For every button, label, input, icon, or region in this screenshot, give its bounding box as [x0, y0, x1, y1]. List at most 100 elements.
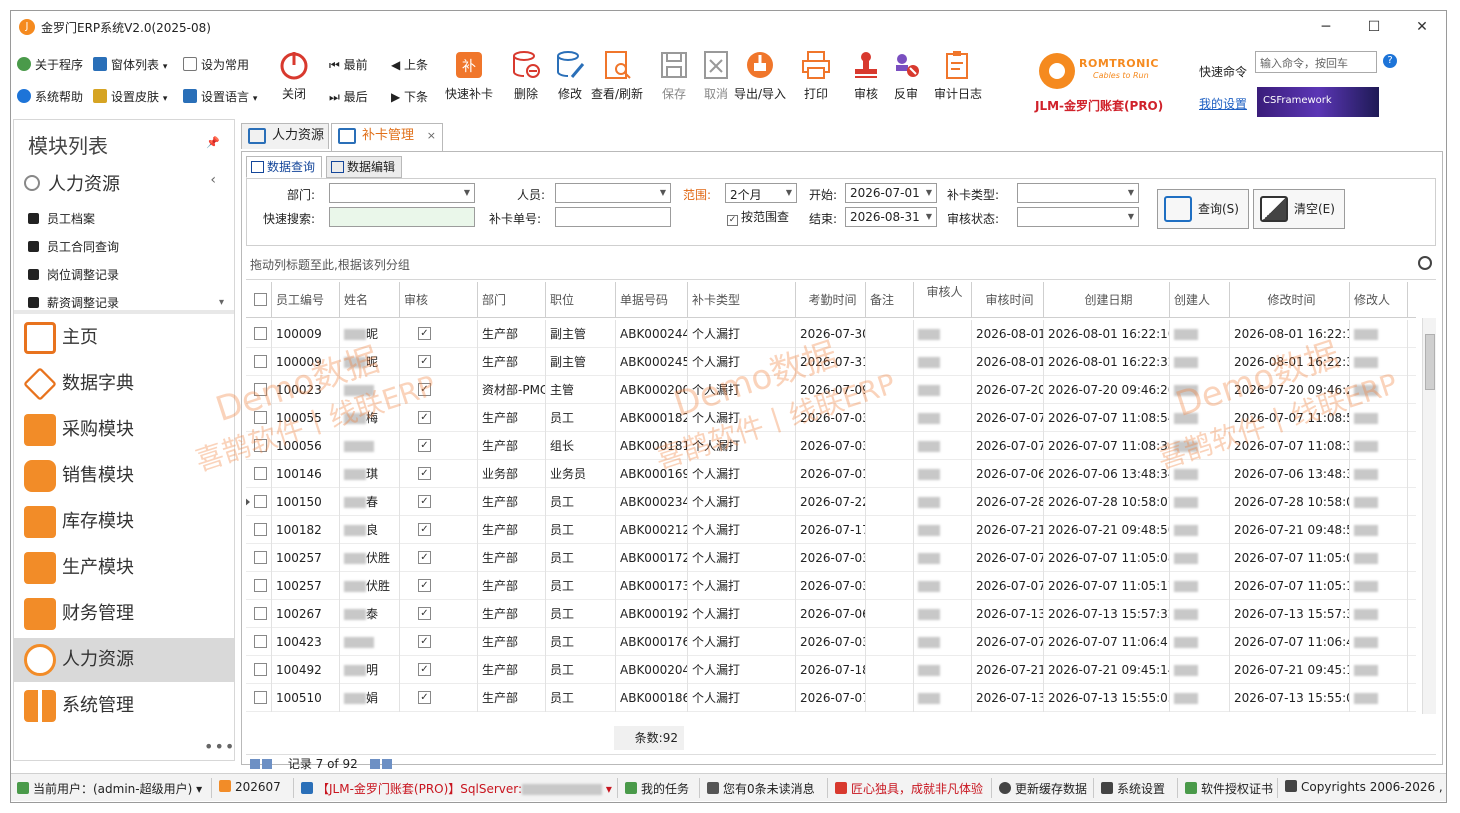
search-icon[interactable] [1418, 256, 1432, 270]
column-header[interactable]: 备注 [866, 282, 914, 318]
table-row[interactable]: 100023 ✓ 资材部-PMC 主管 ABK000200 个人漏打 2026-07-09 … [246, 376, 1416, 404]
maximize-button[interactable]: ☐ [1351, 15, 1397, 39]
delete-button[interactable]: 删除 [501, 49, 551, 102]
module-hr[interactable]: 人力资源 [14, 638, 234, 682]
system-settings[interactable]: 系统设置 [1101, 780, 1165, 797]
table-row[interactable]: 100055梅 ✓ 生产部员工ABK000182个人漏打2026-07-03 12:… [246, 404, 1416, 432]
end-date-input[interactable]: 2026-08-31 ▼ [845, 207, 937, 227]
first-record-button[interactable]: ⏮ 最前 [329, 55, 368, 75]
row-checkbox[interactable] [254, 635, 267, 648]
query-button[interactable]: 查询(S) [1157, 189, 1249, 229]
module-finance[interactable]: 财务管理 [14, 592, 234, 636]
card-no-input[interactable] [555, 207, 671, 227]
quick-card-button[interactable]: 补 快速补卡 [441, 49, 497, 102]
refresh-cache[interactable]: 更新缓存数据 [999, 780, 1087, 797]
unreview-button[interactable]: 反审 [881, 49, 931, 102]
sidebar-item-contract-query[interactable]: 员工合同查询 [28, 236, 228, 258]
by-range-checkbox[interactable]: ✓ 按范围查 [727, 208, 789, 226]
module-purchase[interactable]: 采购模块 [14, 408, 234, 452]
column-header[interactable]: 审核时间 [972, 282, 1044, 318]
tab-card-management[interactable]: 补卡管理 × [331, 123, 443, 151]
column-header[interactable]: 考勤时间 [796, 282, 866, 318]
table-row[interactable]: 100009昵 ✓ 生产部副主管ABK000245个人漏打2026-07-31 22… [246, 348, 1416, 376]
set-common-button[interactable]: 设为常用 [183, 55, 249, 75]
my-settings-link[interactable]: 我的设置 [1199, 95, 1247, 112]
table-row[interactable]: 100492明 ✓ 生产部员工ABK000204个人漏打2026-07-18 18:… [246, 656, 1416, 684]
system-help-button[interactable]: 系统帮助 [17, 87, 83, 107]
window-list-button[interactable]: 窗体列表 ▾ [93, 55, 167, 75]
row-checkbox[interactable] [254, 495, 267, 508]
module-sales[interactable]: 销售模块 [14, 454, 234, 498]
clear-button[interactable]: 清空(E) [1253, 189, 1345, 229]
row-checkbox[interactable] [254, 327, 267, 340]
table-row[interactable]: 100510娟 ✓ 生产部员工ABK000186个人漏打2026-07-07 13:… [246, 684, 1416, 712]
start-date-input[interactable]: 2026-07-01 ▼ [845, 183, 937, 203]
row-checkbox[interactable] [254, 355, 267, 368]
row-checkbox[interactable] [254, 439, 267, 452]
set-language-button[interactable]: 设置语言 ▾ [183, 87, 257, 107]
next-record-button[interactable]: ▶ 下条 [391, 87, 428, 107]
pager-last-icon[interactable] [381, 757, 394, 771]
export-import-button[interactable]: 导出/导入 [729, 49, 791, 102]
column-header[interactable]: 单据号码 [616, 282, 688, 318]
card-type-select[interactable]: ▼ [1017, 183, 1139, 203]
row-checkbox[interactable] [254, 663, 267, 676]
tab-data-query[interactable]: 数据查询 [246, 156, 323, 178]
staff-select[interactable]: ▼ [555, 183, 671, 203]
table-row[interactable]: 100182良 ✓ 生产部员工ABK000212个人漏打2026-07-17 08:… [246, 516, 1416, 544]
last-record-button[interactable]: ⏭ 最后 [329, 87, 368, 107]
range-select[interactable]: 2个月 ▼ [725, 183, 797, 203]
row-checkbox[interactable] [254, 579, 267, 592]
dept-select[interactable]: ▼ [329, 183, 475, 203]
database-info[interactable]: 【JLM-金罗门账套(PRO)】SqlServer: ▾ [301, 780, 612, 797]
audit-log-button[interactable]: 审计日志 [927, 49, 989, 102]
column-header[interactable]: 姓名 [340, 282, 400, 318]
tab-hr[interactable]: 人力资源 [241, 123, 329, 149]
column-header[interactable]: 修改时间 [1230, 282, 1350, 318]
group-by-bar[interactable]: 拖动列标题至此,根据该列分组 [246, 250, 1436, 280]
sidebar-item-employee-files[interactable]: 员工档案 [28, 208, 228, 230]
table-row[interactable]: 100150春 ✓ 生产部员工ABK000234个人漏打2026-07-22 22:… [246, 488, 1416, 516]
row-checkbox[interactable] [254, 691, 267, 704]
module-home[interactable]: 主页 [14, 316, 234, 360]
column-header[interactable]: 职位 [546, 282, 616, 318]
vertical-scrollbar[interactable] [1422, 318, 1436, 714]
module-data-dictionary[interactable]: 数据字典 [14, 362, 234, 406]
column-header[interactable]: 审核人 [914, 282, 972, 318]
my-tasks[interactable]: 我的任务 [625, 780, 689, 797]
period[interactable]: 202607 [219, 780, 281, 794]
row-checkbox[interactable] [254, 551, 267, 564]
pager-first-icon[interactable] [250, 757, 262, 771]
table-row[interactable]: 100056 ✓ 生产部组长ABK000181个人漏打2026-07-03 22:0… [246, 432, 1416, 460]
row-checkbox[interactable] [254, 383, 267, 396]
quick-command-input[interactable]: 输入命令，按回车 [1255, 51, 1377, 73]
select-all-checkbox[interactable] [254, 293, 267, 306]
table-row[interactable]: 100009昵 ✓ 生产部副主管ABK000244个人漏打2026-07-30 18… [246, 320, 1416, 348]
quick-search-input[interactable] [329, 207, 475, 227]
module-inventory[interactable]: 库存模块 [14, 500, 234, 544]
about-button[interactable]: 关于程序 [17, 55, 83, 75]
messages[interactable]: 您有0条未读消息 [707, 780, 815, 797]
pager-prev-icon[interactable] [262, 757, 274, 771]
review-status-select[interactable]: ▼ [1017, 207, 1139, 227]
current-user[interactable]: 当前用户：(admin-超级用户) ▾ [17, 780, 202, 797]
table-row[interactable]: 100423 ✓ 生产部员工ABK000176个人漏打2026-07-03 13:3… [246, 628, 1416, 656]
column-header[interactable]: 修改人 [1350, 282, 1408, 318]
module-system[interactable]: 系统管理 [14, 684, 234, 728]
close-button[interactable]: 关闭 [269, 49, 319, 102]
pager-next-icon[interactable] [369, 757, 382, 771]
prev-record-button[interactable]: ◀ 上条 [391, 55, 428, 75]
license[interactable]: 软件授权证书 [1185, 780, 1273, 797]
column-header[interactable]: 补卡类型 [688, 282, 796, 318]
table-row[interactable]: 100257伏胜 ✓ 生产部员工ABK000172个人漏打2026-07-03 13… [246, 544, 1416, 572]
column-header[interactable]: 创建日期 [1044, 282, 1170, 318]
table-row[interactable]: 100146琪 ✓ 业务部业务员ABK000169个人漏打2026-07-01 13… [246, 460, 1416, 488]
more-icon[interactable]: ••• [204, 737, 235, 756]
sidebar-item-position-adjust[interactable]: 岗位调整记录 [28, 264, 228, 286]
column-header[interactable]: 部门 [478, 282, 546, 318]
table-row[interactable]: 100267泰 ✓ 生产部员工ABK000192个人漏打2026-07-06 22:… [246, 600, 1416, 628]
print-button[interactable]: 打印 [791, 49, 841, 102]
module-production[interactable]: 生产模块 [14, 546, 234, 590]
column-header[interactable]: 员工编号 [272, 282, 340, 318]
tab-data-edit[interactable]: 数据编辑 [326, 156, 403, 178]
